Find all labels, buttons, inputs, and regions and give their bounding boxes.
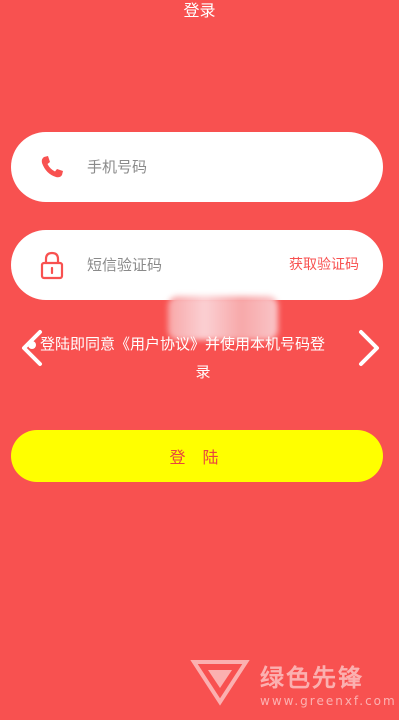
- watermark-text: 绿色先锋: [260, 664, 364, 692]
- get-code-button[interactable]: 获取验证码: [289, 254, 359, 274]
- sms-code-field[interactable]: 获取验证码: [11, 230, 383, 300]
- sms-code-input[interactable]: [87, 250, 277, 280]
- next-arrow-icon[interactable]: [355, 328, 383, 368]
- lock-icon: [37, 250, 67, 280]
- phone-input[interactable]: [87, 152, 277, 182]
- agreement-text: 登陆即同意《用户协议》并使用本机号码登 录: [28, 330, 378, 386]
- watermark: 绿色先锋 www.greenxf.com: [190, 656, 399, 720]
- agreement-line-2: 录: [195, 363, 211, 381]
- agreement-line-1: 登陆即同意《用户协议》并使用本机号码登: [40, 335, 326, 353]
- login-button[interactable]: 登 陆: [11, 430, 383, 482]
- page-title: 登录: [183, 1, 216, 20]
- watermark-url: www.greenxf.com: [260, 694, 397, 708]
- prev-arrow-icon[interactable]: [18, 328, 46, 368]
- phone-icon: [37, 152, 67, 182]
- phone-field[interactable]: [11, 132, 383, 202]
- watermark-logo-icon: [190, 660, 250, 706]
